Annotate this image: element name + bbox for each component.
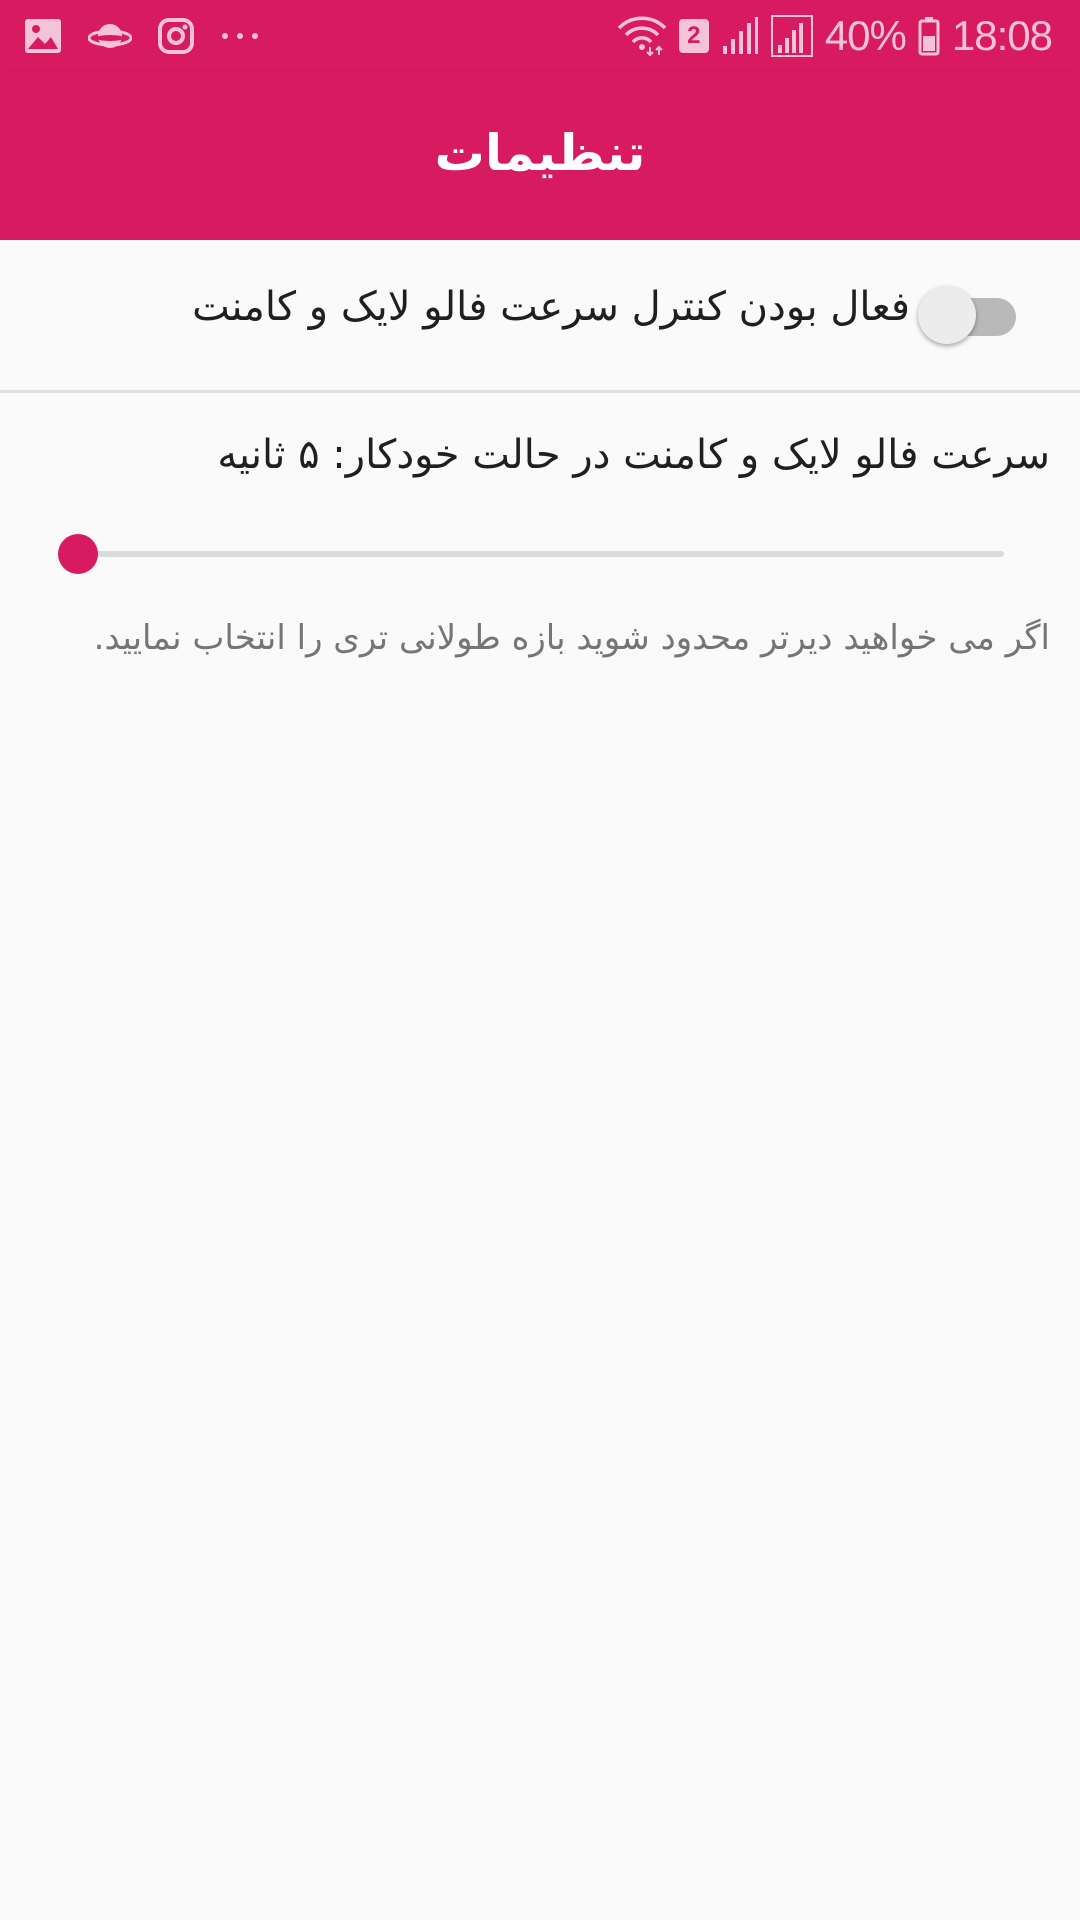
battery-icon <box>918 16 940 56</box>
hint-text: اگر می خواهید دیرتر محدود شوید بازه طولا… <box>93 618 1050 658</box>
toggle-thumb <box>918 286 976 344</box>
wifi-data-icon <box>617 16 667 56</box>
signal-icon <box>721 16 759 56</box>
auto-speed-slider[interactable] <box>58 532 1004 576</box>
more-dots-icon <box>220 31 260 41</box>
speed-control-toggle[interactable] <box>918 286 1018 344</box>
slider-thumb[interactable] <box>58 534 98 574</box>
signal-icon <box>770 15 813 57</box>
instagram-icon <box>158 18 194 54</box>
planet-icon <box>88 18 132 54</box>
notification-icons <box>24 14 260 58</box>
gallery-icon <box>24 18 62 54</box>
auto-speed-label: سرعت فالو لایک و کامنت در حالت خودکار: ۵… <box>217 432 1050 478</box>
battery-percent: 40% <box>824 12 907 59</box>
status-bar: 2 40% 18:08 <box>0 0 1080 72</box>
clock: 18:08 <box>951 12 1053 59</box>
app-bar: تنظیمات <box>0 72 1080 240</box>
page-title: تنظیمات <box>434 124 646 182</box>
sim2-badge: 2 <box>678 19 709 53</box>
slider-track <box>78 551 1004 557</box>
speed-control-toggle-label: فعال بودن کنترل سرعت فالو لایک و کامنت <box>192 284 910 330</box>
system-icons: 2 40% 18:08 <box>617 10 1053 62</box>
speed-control-setting-row[interactable]: فعال بودن کنترل سرعت فالو لایک و کامنت <box>0 240 1080 393</box>
